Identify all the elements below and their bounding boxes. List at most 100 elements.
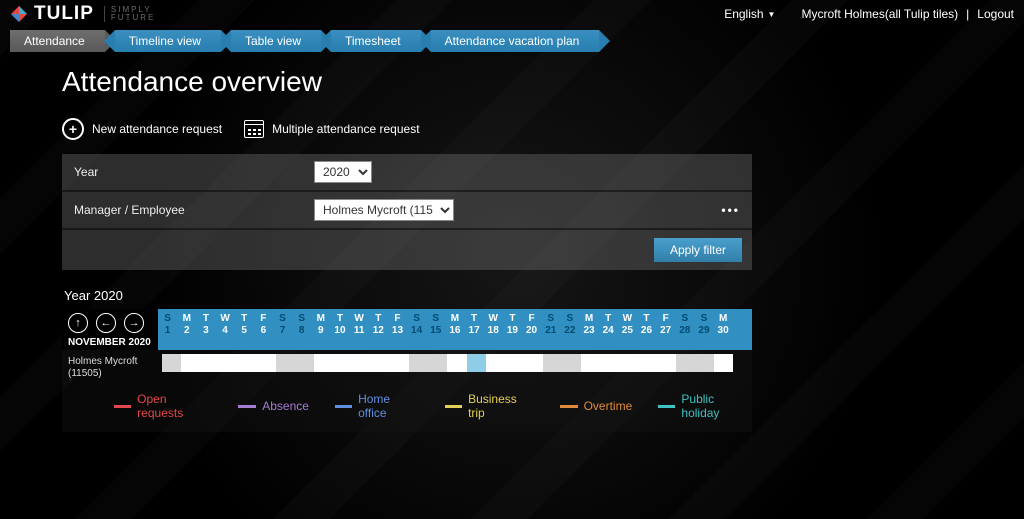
day-header[interactable]: S22: [560, 309, 579, 350]
day-header[interactable]: F20: [522, 309, 541, 350]
day-cell[interactable]: [409, 354, 428, 372]
day-header[interactable]: S8: [292, 309, 311, 350]
legend-item: Public holiday: [658, 392, 752, 420]
user-label[interactable]: Mycroft Holmes(all Tulip tiles): [801, 7, 958, 21]
day-header[interactable]: T12: [369, 309, 388, 350]
day-header[interactable]: T5: [235, 309, 254, 350]
day-header[interactable]: M9: [311, 309, 330, 350]
day-header[interactable]: W11: [350, 309, 369, 350]
day-header[interactable]: S14: [407, 309, 426, 350]
day-header[interactable]: T3: [196, 309, 215, 350]
day-cell[interactable]: [600, 354, 619, 372]
day-header[interactable]: F6: [254, 309, 273, 350]
legend-swatch: [114, 405, 131, 408]
day-cell[interactable]: [619, 354, 638, 372]
legend-item: Absence: [238, 399, 309, 413]
filter-panel: Year 2020 Manager / Employee Holmes Mycr…: [62, 154, 752, 270]
day-cell[interactable]: [314, 354, 333, 372]
legend-item: Overtime: [560, 399, 633, 413]
day-header[interactable]: S15: [426, 309, 445, 350]
day-header[interactable]: S1: [158, 309, 177, 350]
day-cell[interactable]: [352, 354, 371, 372]
day-header[interactable]: S28: [675, 309, 694, 350]
day-header[interactable]: M23: [579, 309, 598, 350]
employee-name: Holmes Mycroft (11505): [62, 354, 162, 380]
day-cell[interactable]: [276, 354, 295, 372]
legend-swatch: [335, 405, 352, 408]
day-header[interactable]: F13: [388, 309, 407, 350]
day-cell[interactable]: [657, 354, 676, 372]
day-cell[interactable]: [162, 354, 181, 372]
day-header[interactable]: M30: [714, 309, 733, 350]
day-header[interactable]: W4: [215, 309, 234, 350]
day-cell[interactable]: [447, 354, 466, 372]
day-cell[interactable]: [486, 354, 505, 372]
calendar-row: Holmes Mycroft (11505): [62, 354, 752, 380]
day-cell[interactable]: [543, 354, 562, 372]
filter-manager-label: Manager / Employee: [74, 203, 314, 217]
brand-logo: TULIP SIMPLY FUTURE: [10, 3, 155, 25]
day-header[interactable]: W18: [484, 309, 503, 350]
day-header[interactable]: S29: [694, 309, 713, 350]
day-cell[interactable]: [333, 354, 352, 372]
new-attendance-request[interactable]: + New attendance request: [62, 118, 222, 140]
filter-manager-select[interactable]: Holmes Mycroft (11505): [314, 199, 454, 221]
day-header[interactable]: S7: [273, 309, 292, 350]
day-header[interactable]: T24: [599, 309, 618, 350]
top-bar: TULIP SIMPLY FUTURE English ▼ Mycroft Ho…: [0, 0, 1024, 28]
nav-tabs: Attendance Timeline view Table view Time…: [0, 30, 1024, 52]
day-header[interactable]: T26: [637, 309, 656, 350]
year-heading: Year 2020: [64, 288, 752, 303]
multiple-attendance-request[interactable]: Multiple attendance request: [244, 120, 419, 138]
day-cell[interactable]: [238, 354, 257, 372]
legend-label: Overtime: [584, 399, 633, 413]
day-header[interactable]: M2: [177, 309, 196, 350]
day-cell[interactable]: [257, 354, 276, 372]
tab-timesheet[interactable]: Timesheet: [331, 30, 421, 52]
day-cell[interactable]: [371, 354, 390, 372]
day-header[interactable]: S21: [541, 309, 560, 350]
day-header[interactable]: F27: [656, 309, 675, 350]
next-month-button[interactable]: →: [124, 313, 144, 333]
language-selector[interactable]: English ▼: [724, 7, 775, 21]
day-cell[interactable]: [695, 354, 714, 372]
legend-label: Open requests: [137, 392, 212, 420]
scroll-up-button[interactable]: ↑: [68, 313, 88, 333]
day-header[interactable]: T19: [503, 309, 522, 350]
filter-year-select[interactable]: 2020: [314, 161, 372, 183]
day-header[interactable]: T17: [465, 309, 484, 350]
legend-label: Absence: [262, 399, 309, 413]
legend-swatch: [658, 405, 675, 408]
legend-item: Open requests: [114, 392, 212, 420]
tab-table-view[interactable]: Table view: [231, 30, 321, 52]
day-cell[interactable]: [638, 354, 657, 372]
day-cell[interactable]: [714, 354, 733, 372]
day-cell[interactable]: [524, 354, 543, 372]
day-header[interactable]: T10: [330, 309, 349, 350]
day-header[interactable]: W25: [618, 309, 637, 350]
prev-month-button[interactable]: ←: [96, 313, 116, 333]
tab-attendance-vacation-plan[interactable]: Attendance vacation plan: [431, 30, 600, 52]
day-cell[interactable]: [200, 354, 219, 372]
day-cell[interactable]: [428, 354, 447, 372]
brand-tagline: SIMPLY FUTURE: [104, 6, 155, 22]
apply-filter-button[interactable]: Apply filter: [654, 238, 742, 262]
day-cell[interactable]: [390, 354, 409, 372]
day-cell[interactable]: [467, 354, 486, 372]
brand-wordmark: TULIP: [34, 3, 94, 25]
day-cell[interactable]: [219, 354, 238, 372]
day-cell[interactable]: [581, 354, 600, 372]
day-cell[interactable]: [562, 354, 581, 372]
day-cell[interactable]: [676, 354, 695, 372]
tab-timeline-view[interactable]: Timeline view: [115, 30, 221, 52]
day-header[interactable]: M16: [445, 309, 464, 350]
day-cell[interactable]: [181, 354, 200, 372]
day-cell[interactable]: [505, 354, 524, 372]
more-options-icon[interactable]: •••: [721, 203, 740, 217]
legend-item: Business trip: [445, 392, 534, 420]
tab-attendance[interactable]: Attendance: [10, 30, 105, 52]
month-label: NOVEMBER 2020: [68, 337, 158, 348]
day-cell[interactable]: [295, 354, 314, 372]
legend-swatch: [238, 405, 256, 408]
logout-link[interactable]: Logout: [977, 7, 1014, 21]
